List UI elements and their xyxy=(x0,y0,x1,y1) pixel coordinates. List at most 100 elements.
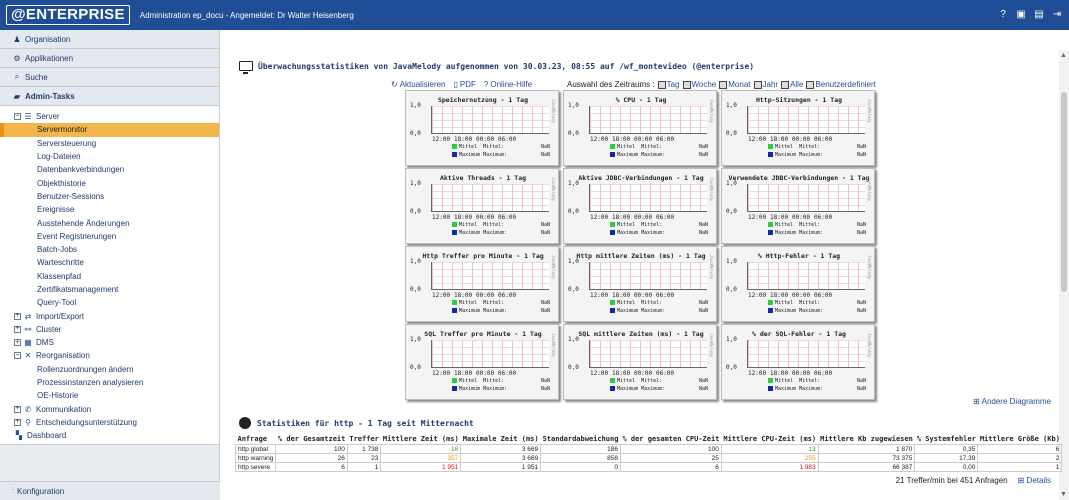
chart-card[interactable]: % CPU - 1 Tag 1,0 0,0 JavaMelody 12:00 18:… xyxy=(563,90,717,166)
x-tick: 18:00 xyxy=(454,214,473,221)
table-row[interactable]: http severe 6 1 1 951 1 951 0 6 1 983 66 387 0,00… xyxy=(234,462,1063,472)
collapse-icon[interactable]: − xyxy=(14,113,21,121)
expand-icon[interactable]: + xyxy=(14,405,21,413)
collapse-icon[interactable]: − xyxy=(14,352,21,360)
print-icon[interactable]: ▤ xyxy=(1033,8,1045,20)
chart-card[interactable]: % der SQL-Fehler - 1 Tag 1,0 0,0 JavaMel… xyxy=(721,324,875,400)
chart-card[interactable]: Http Treffer pro Minute - 1 Tag 1,0 0,0 … xyxy=(405,246,559,322)
mean-value: NaN xyxy=(856,300,866,306)
sidebar-section-konfiguration[interactable]: ⫶ Konfiguration xyxy=(0,481,220,500)
sidebar-section-admin-tasks[interactable]: ▰ Admin-Tasks xyxy=(0,87,219,106)
x-tick: 12:00 xyxy=(590,292,609,299)
tree-item-serversteuerung[interactable]: Serversteuerung xyxy=(0,137,219,150)
side-label: JavaMelody xyxy=(709,333,714,358)
help-icon[interactable]: ? xyxy=(997,8,1009,20)
chart-card[interactable]: Verwendete JDBC-Verbindungen - 1 Tag 1,0… xyxy=(721,168,875,244)
more-diagrams-link[interactable]: ⊞ Andere Diagramme xyxy=(973,397,1051,406)
column-header[interactable]: % der gesamten CPU-Zeit xyxy=(620,434,721,445)
column-header[interactable]: Treffer xyxy=(347,434,381,445)
period-day[interactable]: Tag xyxy=(657,80,680,89)
period-year[interactable]: Jahr xyxy=(753,80,778,89)
tree-item-rollenzuordnungen[interactable]: Rollenzuordnungen ändern xyxy=(0,363,219,376)
chart-card[interactable]: Aktive JDBC-Verbindungen - 1 Tag 1,0 0,0… xyxy=(563,168,717,244)
online-help-link[interactable]: ? Online-Hilfe xyxy=(484,80,532,89)
expand-icon[interactable]: + xyxy=(14,312,21,320)
legend-max: Maximum Maximum: xyxy=(452,386,507,392)
scroll-up-icon[interactable]: ▲ xyxy=(1060,52,1067,59)
legend-mean: Mittel Mittel: xyxy=(768,300,820,306)
logout-icon[interactable]: ⇥ xyxy=(1051,8,1063,20)
x-tick: 00:00 xyxy=(476,136,495,143)
chart-card[interactable]: % Http-Fehler - 1 Tag 1,0 0,0 JavaMelody… xyxy=(721,246,875,322)
window-icon[interactable]: ▣ xyxy=(1015,8,1027,20)
pdf-link[interactable]: ▯ PDF xyxy=(454,80,476,89)
vertical-scrollbar[interactable]: ▲ ▼ xyxy=(1059,50,1069,500)
column-header[interactable]: Mittlere Kb zugewiesen xyxy=(818,434,915,445)
period-week[interactable]: Woche xyxy=(682,80,716,89)
table-row[interactable]: http global 100 1 738 18 3 669 186 100 13 1 870 0… xyxy=(234,444,1063,454)
http-stats-table: Anfrage% der Gesamtzeit Treffer Mittlere Z… xyxy=(234,434,1063,472)
chart-card[interactable]: Http mittlere Zeiten (ms) - 1 Tag 1,0 0,… xyxy=(563,246,717,322)
column-header[interactable]: Maximale Zeit (ms) xyxy=(461,434,541,445)
expand-icon[interactable]: + xyxy=(14,325,21,333)
tree-node-dashboard[interactable]: ▚ Dashboard xyxy=(0,429,219,442)
max-value: NaN xyxy=(856,386,866,392)
chart-card[interactable]: SQL mittlere Zeiten (ms) - 1 Tag 1,0 0,0… xyxy=(563,324,717,400)
chart-card[interactable]: SQL Treffer pro Minute - 1 Tag 1,0 0,0 J… xyxy=(405,324,559,400)
period-all[interactable]: Alle xyxy=(781,80,803,89)
column-header[interactable]: % Systemfehler xyxy=(915,434,978,445)
tree-node-server[interactable]: − ☰ Server xyxy=(0,110,219,123)
max-value: NaN xyxy=(698,386,708,392)
tree-item-batch-jobs[interactable]: Batch-Jobs xyxy=(0,243,219,256)
tree-node-kommunikation[interactable]: + ✆ Kommunikation xyxy=(0,403,219,416)
expand-icon[interactable]: + xyxy=(14,418,21,426)
expand-icon[interactable]: + xyxy=(14,339,21,347)
refresh-link[interactable]: ↻ Aktualisieren xyxy=(391,80,446,89)
app-logo[interactable]: @ENTERPRISE xyxy=(6,5,130,25)
period-month[interactable]: Monat xyxy=(719,80,751,89)
chart-card[interactable]: Http-Sitzungen - 1 Tag 1,0 0,0 JavaMelod… xyxy=(721,90,875,166)
tree-node-dms[interactable]: + ▦ DMS xyxy=(0,336,219,349)
tree-item-ereignisse[interactable]: Ereignisse xyxy=(0,203,219,216)
tree-item-prozessinstanzen[interactable]: Prozessinstanzen analysieren xyxy=(0,376,219,389)
tree-item-benutzer-sessions[interactable]: Benutzer-Sessions xyxy=(0,190,219,203)
sidebar-section-organisation[interactable]: ♟ Organisation xyxy=(0,30,219,49)
tree-item-oe-historie[interactable]: OE-Historie xyxy=(0,389,219,402)
request-name[interactable]: http global xyxy=(234,444,277,454)
column-header[interactable]: Mittlere CPU-Zeit (ms) xyxy=(721,434,818,445)
column-header[interactable]: Anfrage xyxy=(236,434,276,445)
chart-card[interactable]: Speichernutzung - 1 Tag 1,0 0,0 JavaMelo… xyxy=(405,90,559,166)
y-axis-max: 1,0 xyxy=(726,102,737,109)
column-header[interactable]: Mittlere Zeit (ms) xyxy=(381,434,461,445)
scroll-thumb[interactable] xyxy=(1061,92,1067,292)
tree-node-reorganisation[interactable]: − ✕ Reorganisation xyxy=(0,349,219,362)
column-header[interactable]: % der Gesamtzeit xyxy=(276,434,347,445)
chart-card[interactable]: Aktive Threads - 1 Tag 1,0 0,0 JavaMelod… xyxy=(405,168,559,244)
tree-item-query-tool[interactable]: Query-Tool xyxy=(0,296,219,309)
scroll-down-icon[interactable]: ▼ xyxy=(1060,491,1067,498)
request-name[interactable]: http severe xyxy=(234,462,277,472)
sidebar-section-applikationen[interactable]: ⚙ Applikationen xyxy=(0,49,219,68)
details-link[interactable]: ⊞ Details xyxy=(1018,476,1051,485)
tree-node-cluster[interactable]: + ⚯ Cluster xyxy=(0,323,219,336)
column-header[interactable]: Standardabweichung xyxy=(541,434,621,445)
tree-node-import-export[interactable]: + ⇄ Import/Export xyxy=(0,309,219,322)
tree-item-zertifikatsmanagement[interactable]: Zertifikatsmanagement xyxy=(0,283,219,296)
tree-item-objekthistorie[interactable]: Objekthistorie xyxy=(0,176,219,189)
request-name[interactable]: http warning xyxy=(234,453,277,463)
tree-item-warteschritte[interactable]: Warteschritte xyxy=(0,256,219,269)
y-axis-min: 0,0 xyxy=(568,208,579,215)
column-header[interactable]: Mittlere Größe (Kb) xyxy=(978,434,1062,445)
tree-item-datenbankverbindungen[interactable]: Datenbankverbindungen xyxy=(0,163,219,176)
sidebar-section-suche[interactable]: ⌕ Suche xyxy=(0,68,219,87)
side-label: JavaMelody xyxy=(867,255,872,280)
table-row[interactable]: http warning 26 23 357 3 669 858 25 255 73 375 17… xyxy=(234,453,1063,463)
tree-item-log-dateien[interactable]: Log-Dateien xyxy=(0,150,219,163)
period-custom[interactable]: Benutzerdefiniert xyxy=(806,80,876,89)
tree-item-klassenpfad[interactable]: Klassenpfad xyxy=(0,270,219,283)
tree-item-ausstehende-aenderungen[interactable]: Ausstehende Änderungen xyxy=(0,216,219,229)
tree-item-event-registrierungen[interactable]: Event Registrierungen xyxy=(0,230,219,243)
tree-item-servermonitor[interactable]: Servermonitor xyxy=(0,123,219,137)
legend-mean: Mittel Mittel: xyxy=(452,300,504,306)
tree-node-entscheidungsunterstuetzung[interactable]: + ⚲ Entscheidungsunterstützung xyxy=(0,416,219,429)
